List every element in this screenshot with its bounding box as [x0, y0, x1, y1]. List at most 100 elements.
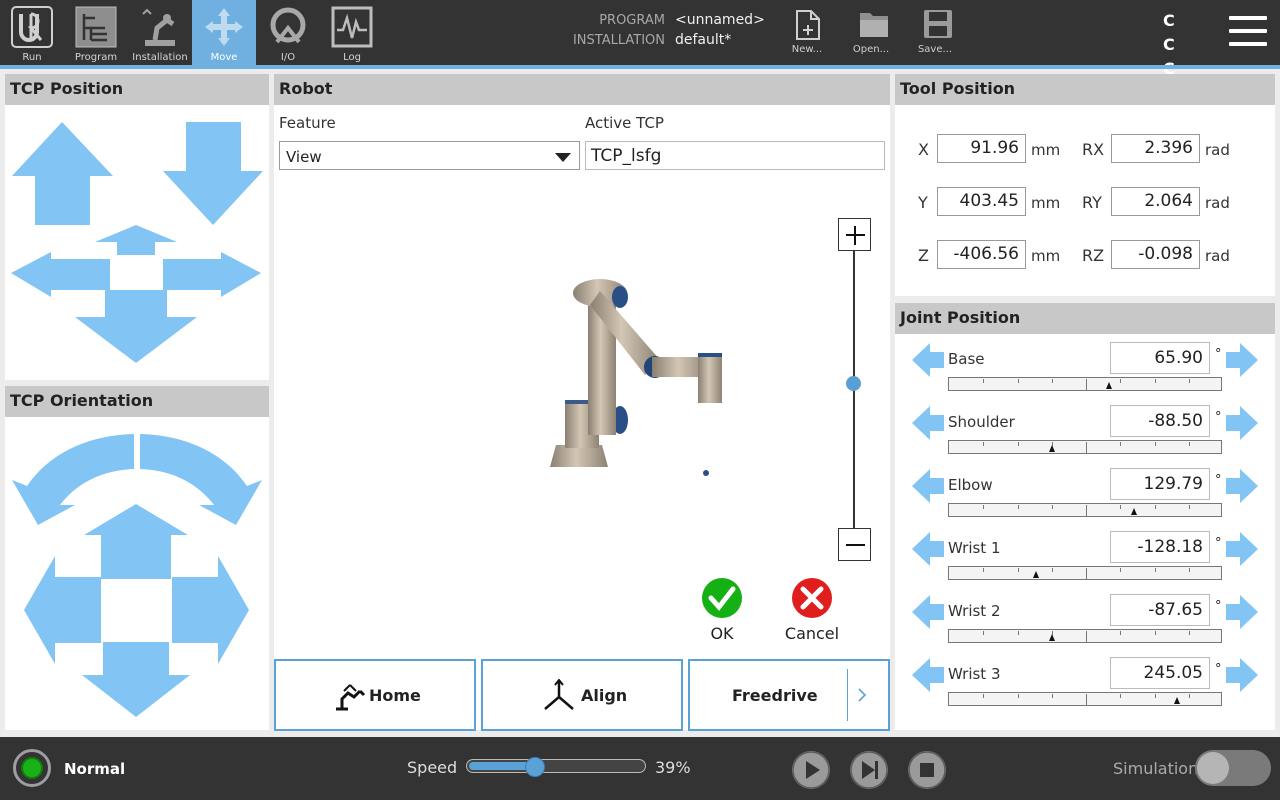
ok-check-icon[interactable] [701, 577, 743, 619]
step-button[interactable] [850, 751, 888, 789]
joint-decrease-arrow-icon[interactable] [911, 657, 945, 693]
tcp-orientation-arrows [12, 434, 262, 717]
zoom-out-button[interactable] [838, 528, 871, 561]
joint-increase-arrow-icon[interactable] [1225, 468, 1259, 504]
freedrive-button[interactable]: Freedrive [688, 659, 890, 731]
joint-value-field[interactable]: -87.65 [1110, 594, 1210, 626]
chevron-down-icon [555, 153, 571, 162]
tab-program[interactable]: Program [64, 0, 128, 65]
program-name: <unnamed> [675, 12, 765, 28]
feature-select[interactable]: View [279, 141, 580, 170]
joint-increase-arrow-icon[interactable] [1225, 531, 1259, 567]
cancel-label[interactable]: Cancel [767, 624, 857, 643]
joint-decrease-arrow-icon[interactable] [911, 531, 945, 567]
tcp-position-panel: TCP Position [5, 74, 269, 380]
y-unit: mm [1031, 194, 1061, 212]
joint-position-marker [1106, 382, 1112, 389]
io-icon [270, 7, 306, 44]
joint-decrease-arrow-icon[interactable] [911, 594, 945, 630]
simulation-label: Simulation [1113, 759, 1199, 778]
joint-value-field[interactable]: 129.79 [1110, 468, 1210, 500]
open-program-button[interactable]: Open... [839, 0, 903, 65]
zoom-in-button[interactable] [838, 218, 871, 251]
program-label: PROGRAM [599, 13, 665, 28]
rx-value[interactable]: 2.396 [1111, 134, 1200, 163]
joint-decrease-arrow-icon[interactable] [911, 468, 945, 504]
stop-icon [908, 751, 946, 789]
home-button[interactable]: Home [274, 659, 476, 731]
joint-name-label: Wrist 3 [948, 665, 1001, 683]
joint-decrease-arrow-icon[interactable] [911, 405, 945, 441]
play-button[interactable] [792, 751, 830, 789]
play-icon [792, 751, 830, 789]
installation-icon [142, 8, 175, 46]
z-label: Z [918, 246, 929, 265]
joint-range-slider [948, 629, 1222, 643]
tab-run[interactable]: Run [0, 0, 64, 65]
tab-installation[interactable]: Installation [128, 0, 192, 65]
joint-range-slider [948, 377, 1222, 391]
speed-slider[interactable] [466, 759, 646, 773]
joint-value-field[interactable]: -128.18 [1110, 531, 1210, 563]
rotate-right-arrow-icon [140, 434, 262, 525]
rx-label: RX [1082, 140, 1105, 159]
tab-io[interactable]: I/O [256, 0, 320, 65]
ry-unit: rad [1205, 194, 1230, 212]
tab-move[interactable]: Move [192, 0, 256, 65]
move-right-arrow-icon [163, 252, 261, 297]
speed-slider-handle[interactable] [525, 757, 545, 777]
joint-decrease-arrow-icon[interactable] [911, 342, 945, 378]
save-program-button[interactable]: Save... [903, 0, 967, 65]
joint-increase-arrow-icon[interactable] [1225, 657, 1259, 693]
cancel-x-icon[interactable] [791, 577, 833, 619]
joint-name-label: Shoulder [948, 413, 1015, 431]
joint-name-label: Wrist 1 [948, 539, 1001, 557]
top-accent-line [0, 65, 1280, 69]
rz-value[interactable]: -0.098 [1111, 240, 1200, 269]
robot-status-button[interactable] [13, 749, 51, 787]
joint-increase-arrow-icon[interactable] [1225, 405, 1259, 441]
stop-button[interactable] [908, 751, 946, 789]
align-label: Align [581, 686, 628, 705]
tab-program-label: Program [74, 52, 118, 63]
ry-value[interactable]: 2.064 [1111, 187, 1200, 216]
ok-label[interactable]: OK [677, 624, 767, 643]
freedrive-label: Freedrive [732, 686, 818, 705]
tab-log[interactable]: Log [320, 0, 384, 65]
simulation-toggle[interactable] [1195, 750, 1271, 786]
move-icon [205, 8, 243, 46]
z-value[interactable]: -406.56 [937, 240, 1026, 269]
joint-unit: ° [1215, 662, 1222, 677]
tcp-position-arrows [11, 122, 263, 363]
y-value[interactable]: 403.45 [937, 187, 1026, 216]
hamburger-menu-icon[interactable] [1229, 16, 1267, 48]
rz-label: RZ [1082, 246, 1105, 265]
x-value[interactable]: 91.96 [937, 134, 1026, 163]
align-button[interactable]: Align [481, 659, 683, 731]
joint-increase-arrow-icon[interactable] [1225, 594, 1259, 630]
joint-name-label: Elbow [948, 476, 993, 494]
joint-value-field[interactable]: 65.90 [1110, 342, 1210, 374]
tilt-down-arrow-icon [82, 642, 190, 717]
rotate-left-arrow-icon [12, 434, 134, 525]
joint-range-slider [948, 440, 1222, 454]
new-label: New... [791, 44, 823, 55]
move-backward-arrow-icon [75, 290, 197, 363]
save-disk-icon [924, 10, 952, 38]
zoom-slider-handle[interactable] [846, 376, 861, 391]
chevron-right-icon[interactable] [856, 687, 868, 703]
tab-run-label: Run [22, 52, 42, 63]
log-icon [331, 6, 373, 48]
open-label: Open... [852, 44, 890, 55]
tilt-up-arrow-icon [84, 504, 188, 579]
new-program-button[interactable]: New... [775, 0, 839, 65]
joint-value-field[interactable]: -88.50 [1110, 405, 1210, 437]
align-axes-icon [544, 679, 574, 710]
z-unit: mm [1031, 247, 1061, 265]
joint-value-field[interactable]: 245.05 [1110, 657, 1210, 689]
ry-label: RY [1082, 193, 1102, 212]
joint-increase-arrow-icon[interactable] [1225, 342, 1259, 378]
new-file-icon [796, 10, 820, 40]
home-robot-icon [336, 684, 366, 711]
robot-3d-view[interactable] [540, 265, 740, 485]
